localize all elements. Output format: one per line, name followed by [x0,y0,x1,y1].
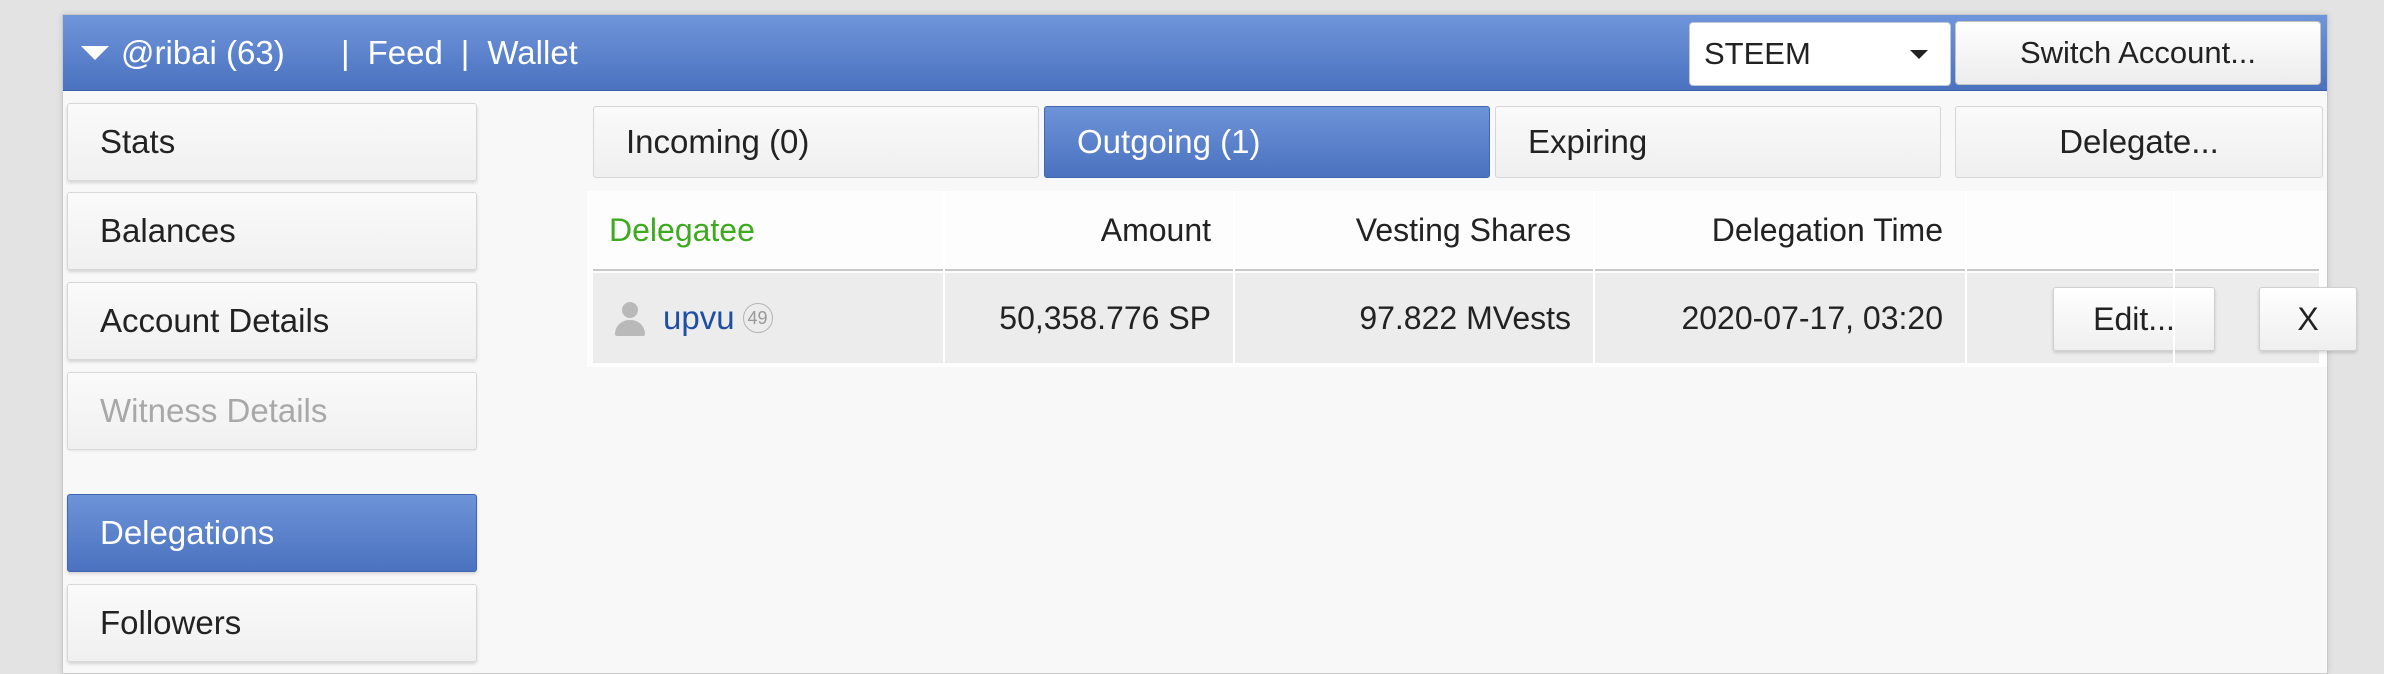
column-divider [1965,191,1967,363]
table-row-delegatee-cell: upvu 49 [593,273,943,363]
column-divider [943,191,945,363]
triangle-down-icon [81,46,109,60]
column-divider [1233,191,1235,363]
top-bar: @ribai (63) | Feed | Wallet STEEM Switch… [63,15,2327,91]
column-header-delegation-time[interactable]: Delegation Time [1595,191,1965,269]
nav-separator: | [341,34,350,71]
tab-incoming[interactable]: Incoming (0) [593,106,1039,178]
reputation-badge: 49 [742,303,773,333]
caret-down-icon [1910,50,1928,59]
column-header-vesting-shares[interactable]: Vesting Shares [1235,191,1593,269]
edit-delegation-button[interactable]: Edit... [2053,287,2215,351]
user-avatar-icon [613,300,647,336]
account-menu-toggle[interactable]: @ribai (63) [81,34,285,71]
delegate-button[interactable]: Delegate... [1955,106,2323,178]
sidebar-item-account-details[interactable]: Account Details [67,282,477,360]
switch-account-button[interactable]: Switch Account... [1955,21,2321,85]
account-label: @ribai (63) [121,34,285,71]
coin-select-value: STEEM [1704,36,1811,71]
app-window: @ribai (63) | Feed | Wallet STEEM Switch… [62,14,2357,674]
delegation-time-cell: 2020-07-17, 03:20 [1595,273,1965,363]
sidebar-item-witness-details: Witness Details [67,372,477,450]
delegatee-link[interactable]: upvu [663,299,735,337]
remove-delegation-button[interactable]: X [2259,287,2357,351]
vesting-shares-cell: 97.822 MVests [1235,273,1593,363]
nav-separator: | [460,34,470,71]
sidebar-item-stats[interactable]: Stats [67,103,477,181]
column-divider [2173,191,2175,363]
coin-select[interactable]: STEEM [1689,22,1951,86]
nav-link-feed[interactable]: Feed [368,34,443,72]
tab-outgoing[interactable]: Outgoing (1) [1044,106,1490,178]
sidebar-item-delegations[interactable]: Delegations [67,494,477,572]
delegations-table: Delegatee Amount Vesting Shares Delegati… [587,191,2357,367]
column-header-delegatee[interactable]: Delegatee [587,191,943,269]
amount-cell: 50,358.776 SP [945,273,1233,363]
nav-link-wallet[interactable]: Wallet [487,34,577,72]
column-divider [1593,191,1595,363]
top-nav: | Feed | Wallet [323,33,578,73]
tab-expiring[interactable]: Expiring [1495,106,1941,178]
sidebar-item-balances[interactable]: Balances [67,192,477,270]
sidebar-item-followers[interactable]: Followers [67,584,477,662]
header-divider [593,269,2319,271]
column-header-amount[interactable]: Amount [945,191,1233,269]
